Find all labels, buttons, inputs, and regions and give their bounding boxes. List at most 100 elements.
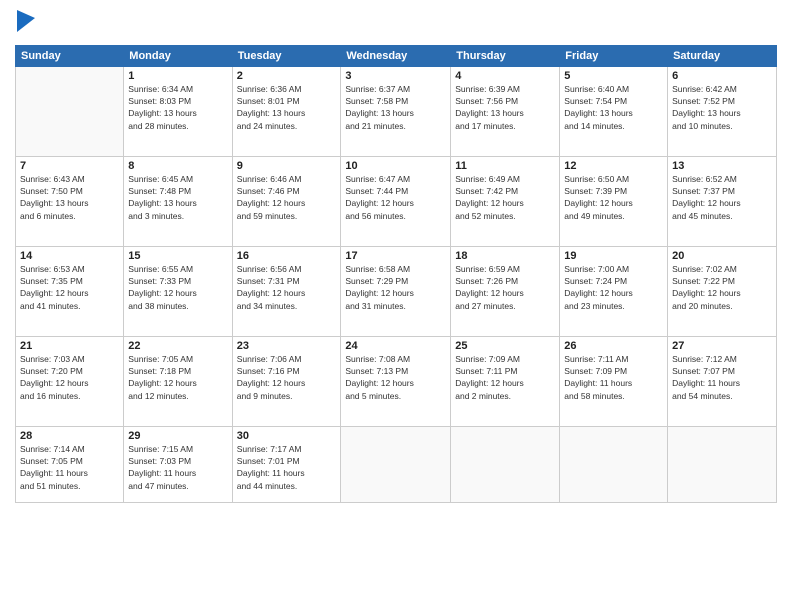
calendar-cell: 7Sunrise: 6:43 AMSunset: 7:50 PMDaylight… [16, 156, 124, 246]
day-number: 11 [455, 160, 555, 172]
day-number: 4 [455, 70, 555, 82]
day-number: 5 [564, 70, 663, 82]
day-number: 23 [237, 340, 337, 352]
day-number: 19 [564, 250, 663, 262]
day-info: Sunrise: 7:06 AMSunset: 7:16 PMDaylight:… [237, 353, 337, 402]
day-number: 7 [20, 160, 119, 172]
day-number: 8 [128, 160, 227, 172]
weekday-header-friday: Friday [560, 45, 668, 66]
day-number: 17 [345, 250, 446, 262]
day-info: Sunrise: 6:36 AMSunset: 8:01 PMDaylight:… [237, 83, 337, 132]
logo-icon [17, 10, 35, 32]
day-info: Sunrise: 6:46 AMSunset: 7:46 PMDaylight:… [237, 173, 337, 222]
page: SundayMondayTuesdayWednesdayThursdayFrid… [0, 0, 792, 612]
day-number: 27 [672, 340, 772, 352]
day-info: Sunrise: 6:49 AMSunset: 7:42 PMDaylight:… [455, 173, 555, 222]
day-info: Sunrise: 7:09 AMSunset: 7:11 PMDaylight:… [455, 353, 555, 402]
calendar-cell: 6Sunrise: 6:42 AMSunset: 7:52 PMDaylight… [668, 66, 777, 156]
calendar-cell: 27Sunrise: 7:12 AMSunset: 7:07 PMDayligh… [668, 336, 777, 426]
day-number: 28 [20, 430, 119, 442]
calendar-cell: 11Sunrise: 6:49 AMSunset: 7:42 PMDayligh… [451, 156, 560, 246]
calendar-cell [668, 426, 777, 502]
calendar-cell: 1Sunrise: 6:34 AMSunset: 8:03 PMDaylight… [124, 66, 232, 156]
calendar-cell: 22Sunrise: 7:05 AMSunset: 7:18 PMDayligh… [124, 336, 232, 426]
day-number: 9 [237, 160, 337, 172]
weekday-header-wednesday: Wednesday [341, 45, 451, 66]
calendar-cell: 4Sunrise: 6:39 AMSunset: 7:56 PMDaylight… [451, 66, 560, 156]
calendar-cell [451, 426, 560, 502]
day-number: 12 [564, 160, 663, 172]
calendar-cell: 12Sunrise: 6:50 AMSunset: 7:39 PMDayligh… [560, 156, 668, 246]
day-info: Sunrise: 7:11 AMSunset: 7:09 PMDaylight:… [564, 353, 663, 402]
header [15, 10, 777, 37]
weekday-header-saturday: Saturday [668, 45, 777, 66]
calendar-cell: 8Sunrise: 6:45 AMSunset: 7:48 PMDaylight… [124, 156, 232, 246]
calendar-cell: 20Sunrise: 7:02 AMSunset: 7:22 PMDayligh… [668, 246, 777, 336]
week-row-2: 7Sunrise: 6:43 AMSunset: 7:50 PMDaylight… [16, 156, 777, 246]
day-info: Sunrise: 7:02 AMSunset: 7:22 PMDaylight:… [672, 263, 772, 312]
day-number: 18 [455, 250, 555, 262]
day-info: Sunrise: 6:42 AMSunset: 7:52 PMDaylight:… [672, 83, 772, 132]
day-info: Sunrise: 7:08 AMSunset: 7:13 PMDaylight:… [345, 353, 446, 402]
day-info: Sunrise: 7:03 AMSunset: 7:20 PMDaylight:… [20, 353, 119, 402]
day-number: 2 [237, 70, 337, 82]
day-number: 25 [455, 340, 555, 352]
calendar-cell: 29Sunrise: 7:15 AMSunset: 7:03 PMDayligh… [124, 426, 232, 502]
calendar-cell [560, 426, 668, 502]
day-number: 20 [672, 250, 772, 262]
calendar-cell: 26Sunrise: 7:11 AMSunset: 7:09 PMDayligh… [560, 336, 668, 426]
day-info: Sunrise: 7:17 AMSunset: 7:01 PMDaylight:… [237, 443, 337, 492]
calendar-cell: 25Sunrise: 7:09 AMSunset: 7:11 PMDayligh… [451, 336, 560, 426]
week-row-5: 28Sunrise: 7:14 AMSunset: 7:05 PMDayligh… [16, 426, 777, 502]
day-info: Sunrise: 6:55 AMSunset: 7:33 PMDaylight:… [128, 263, 227, 312]
day-info: Sunrise: 6:56 AMSunset: 7:31 PMDaylight:… [237, 263, 337, 312]
calendar-cell: 30Sunrise: 7:17 AMSunset: 7:01 PMDayligh… [232, 426, 341, 502]
calendar-cell: 2Sunrise: 6:36 AMSunset: 8:01 PMDaylight… [232, 66, 341, 156]
calendar: SundayMondayTuesdayWednesdayThursdayFrid… [15, 45, 777, 503]
calendar-cell: 5Sunrise: 6:40 AMSunset: 7:54 PMDaylight… [560, 66, 668, 156]
day-info: Sunrise: 6:43 AMSunset: 7:50 PMDaylight:… [20, 173, 119, 222]
day-info: Sunrise: 6:47 AMSunset: 7:44 PMDaylight:… [345, 173, 446, 222]
day-info: Sunrise: 6:34 AMSunset: 8:03 PMDaylight:… [128, 83, 227, 132]
calendar-cell: 28Sunrise: 7:14 AMSunset: 7:05 PMDayligh… [16, 426, 124, 502]
calendar-cell: 15Sunrise: 6:55 AMSunset: 7:33 PMDayligh… [124, 246, 232, 336]
calendar-cell: 3Sunrise: 6:37 AMSunset: 7:58 PMDaylight… [341, 66, 451, 156]
week-row-1: 1Sunrise: 6:34 AMSunset: 8:03 PMDaylight… [16, 66, 777, 156]
calendar-cell: 14Sunrise: 6:53 AMSunset: 7:35 PMDayligh… [16, 246, 124, 336]
weekday-header-thursday: Thursday [451, 45, 560, 66]
day-number: 13 [672, 160, 772, 172]
day-info: Sunrise: 7:05 AMSunset: 7:18 PMDaylight:… [128, 353, 227, 402]
day-number: 24 [345, 340, 446, 352]
day-info: Sunrise: 6:45 AMSunset: 7:48 PMDaylight:… [128, 173, 227, 222]
day-info: Sunrise: 6:59 AMSunset: 7:26 PMDaylight:… [455, 263, 555, 312]
day-number: 15 [128, 250, 227, 262]
day-info: Sunrise: 7:00 AMSunset: 7:24 PMDaylight:… [564, 263, 663, 312]
day-number: 22 [128, 340, 227, 352]
calendar-cell: 9Sunrise: 6:46 AMSunset: 7:46 PMDaylight… [232, 156, 341, 246]
calendar-cell [341, 426, 451, 502]
day-info: Sunrise: 6:58 AMSunset: 7:29 PMDaylight:… [345, 263, 446, 312]
day-number: 26 [564, 340, 663, 352]
day-number: 14 [20, 250, 119, 262]
weekday-header-tuesday: Tuesday [232, 45, 341, 66]
logo [15, 10, 35, 37]
day-number: 1 [128, 70, 227, 82]
day-info: Sunrise: 6:40 AMSunset: 7:54 PMDaylight:… [564, 83, 663, 132]
calendar-cell: 21Sunrise: 7:03 AMSunset: 7:20 PMDayligh… [16, 336, 124, 426]
day-info: Sunrise: 6:53 AMSunset: 7:35 PMDaylight:… [20, 263, 119, 312]
week-row-3: 14Sunrise: 6:53 AMSunset: 7:35 PMDayligh… [16, 246, 777, 336]
day-info: Sunrise: 6:52 AMSunset: 7:37 PMDaylight:… [672, 173, 772, 222]
calendar-cell: 10Sunrise: 6:47 AMSunset: 7:44 PMDayligh… [341, 156, 451, 246]
day-number: 3 [345, 70, 446, 82]
day-number: 30 [237, 430, 337, 442]
weekday-header-monday: Monday [124, 45, 232, 66]
calendar-cell: 18Sunrise: 6:59 AMSunset: 7:26 PMDayligh… [451, 246, 560, 336]
calendar-cell: 17Sunrise: 6:58 AMSunset: 7:29 PMDayligh… [341, 246, 451, 336]
week-row-4: 21Sunrise: 7:03 AMSunset: 7:20 PMDayligh… [16, 336, 777, 426]
weekday-header-row: SundayMondayTuesdayWednesdayThursdayFrid… [16, 45, 777, 66]
logo-text [15, 10, 35, 37]
day-info: Sunrise: 7:15 AMSunset: 7:03 PMDaylight:… [128, 443, 227, 492]
weekday-header-sunday: Sunday [16, 45, 124, 66]
day-number: 21 [20, 340, 119, 352]
day-info: Sunrise: 7:12 AMSunset: 7:07 PMDaylight:… [672, 353, 772, 402]
